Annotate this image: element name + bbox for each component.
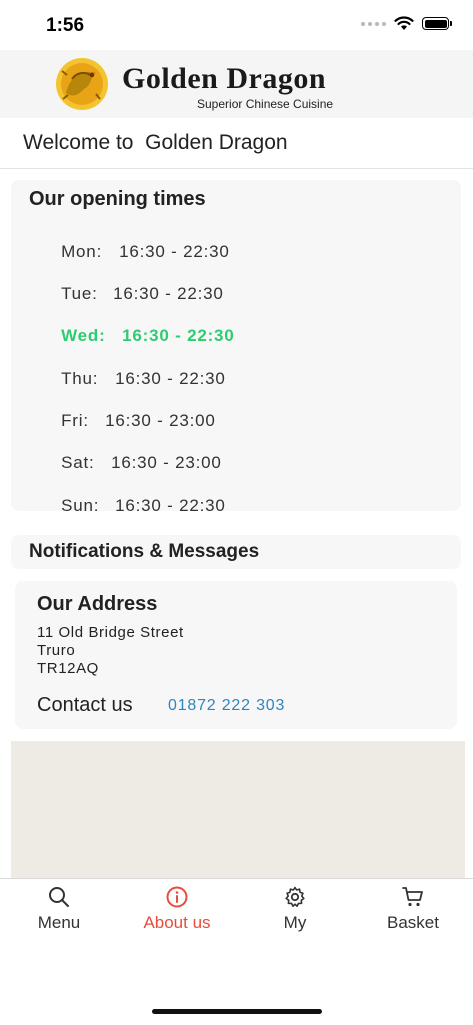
cart-icon [402, 887, 423, 907]
notifications-title: Notifications & Messages [29, 541, 260, 562]
info-icon [166, 886, 188, 908]
brand-subtitle: Superior Chinese Cuisine [197, 97, 334, 111]
status-bar: 1:56 [0, 0, 473, 50]
opening-times-title: Our opening times [29, 188, 206, 210]
tab-bar: Menu About us My Basket [0, 878, 473, 1025]
dragon-logo-icon [56, 58, 108, 110]
map-view[interactable] [11, 741, 465, 881]
opening-times-card: Our opening times Mon: 16:30 - 22:30 Tue:… [11, 180, 461, 515]
day-label: Wed: [61, 326, 106, 345]
day-label: Sat: [61, 453, 95, 472]
address-card: Our Address 11 Old Bridge Street Truro T… [15, 581, 457, 729]
wifi-icon [394, 16, 414, 30]
tab-menu[interactable]: Menu [0, 879, 118, 949]
hours-value: 16:30 - 23:00 [105, 411, 216, 430]
hours-value: 16:30 - 22:30 [119, 242, 230, 261]
tab-my[interactable]: My [236, 879, 354, 949]
day-label: Tue: [61, 284, 98, 303]
brand-title: Golden Dragon [122, 62, 327, 95]
home-indicator[interactable] [152, 1009, 322, 1014]
day-label: Mon: [61, 242, 103, 261]
hours-value: 16:30 - 23:00 [111, 453, 222, 472]
search-icon [49, 887, 69, 907]
status-icons [361, 16, 452, 31]
hours-value: 16:30 - 22:30 [115, 496, 226, 515]
phone-link[interactable]: 01872 222 303 [168, 697, 285, 715]
address-title: Our Address [37, 593, 158, 615]
welcome-banner: Welcome to Golden Dragon [0, 118, 473, 169]
address-line-postcode: TR12AQ [37, 660, 99, 677]
day-label: Fri: [61, 411, 89, 430]
address-line-town: Truro [37, 642, 76, 659]
tab-label: Menu [37, 913, 81, 932]
tab-basket[interactable]: Basket [354, 879, 472, 949]
battery-icon [422, 17, 452, 30]
gear-icon [285, 886, 305, 907]
hours-value: 16:30 - 22:30 [122, 326, 235, 345]
brand-header: Golden Dragon Superior Chinese Cuisine [0, 50, 473, 118]
tab-about-us[interactable]: About us [118, 879, 236, 949]
contact-label: Contact us [37, 694, 133, 716]
day-label: Thu: [61, 369, 99, 388]
tab-label: Basket [387, 913, 439, 932]
address-line-street: 11 Old Bridge Street [37, 624, 184, 641]
tab-label: About us [143, 913, 211, 932]
signal-icon [361, 21, 386, 26]
tab-label: My [283, 913, 307, 932]
notifications-card[interactable]: Notifications & Messages [11, 535, 461, 569]
hours-row-sun: Sun: 16:30 - 22:30 [39, 476, 226, 536]
hours-value: 16:30 - 22:30 [115, 369, 226, 388]
hours-value: 16:30 - 22:30 [113, 284, 224, 303]
status-time: 1:56 [46, 15, 85, 36]
welcome-text: Welcome to Golden Dragon [23, 131, 288, 154]
day-label: Sun: [61, 496, 100, 515]
